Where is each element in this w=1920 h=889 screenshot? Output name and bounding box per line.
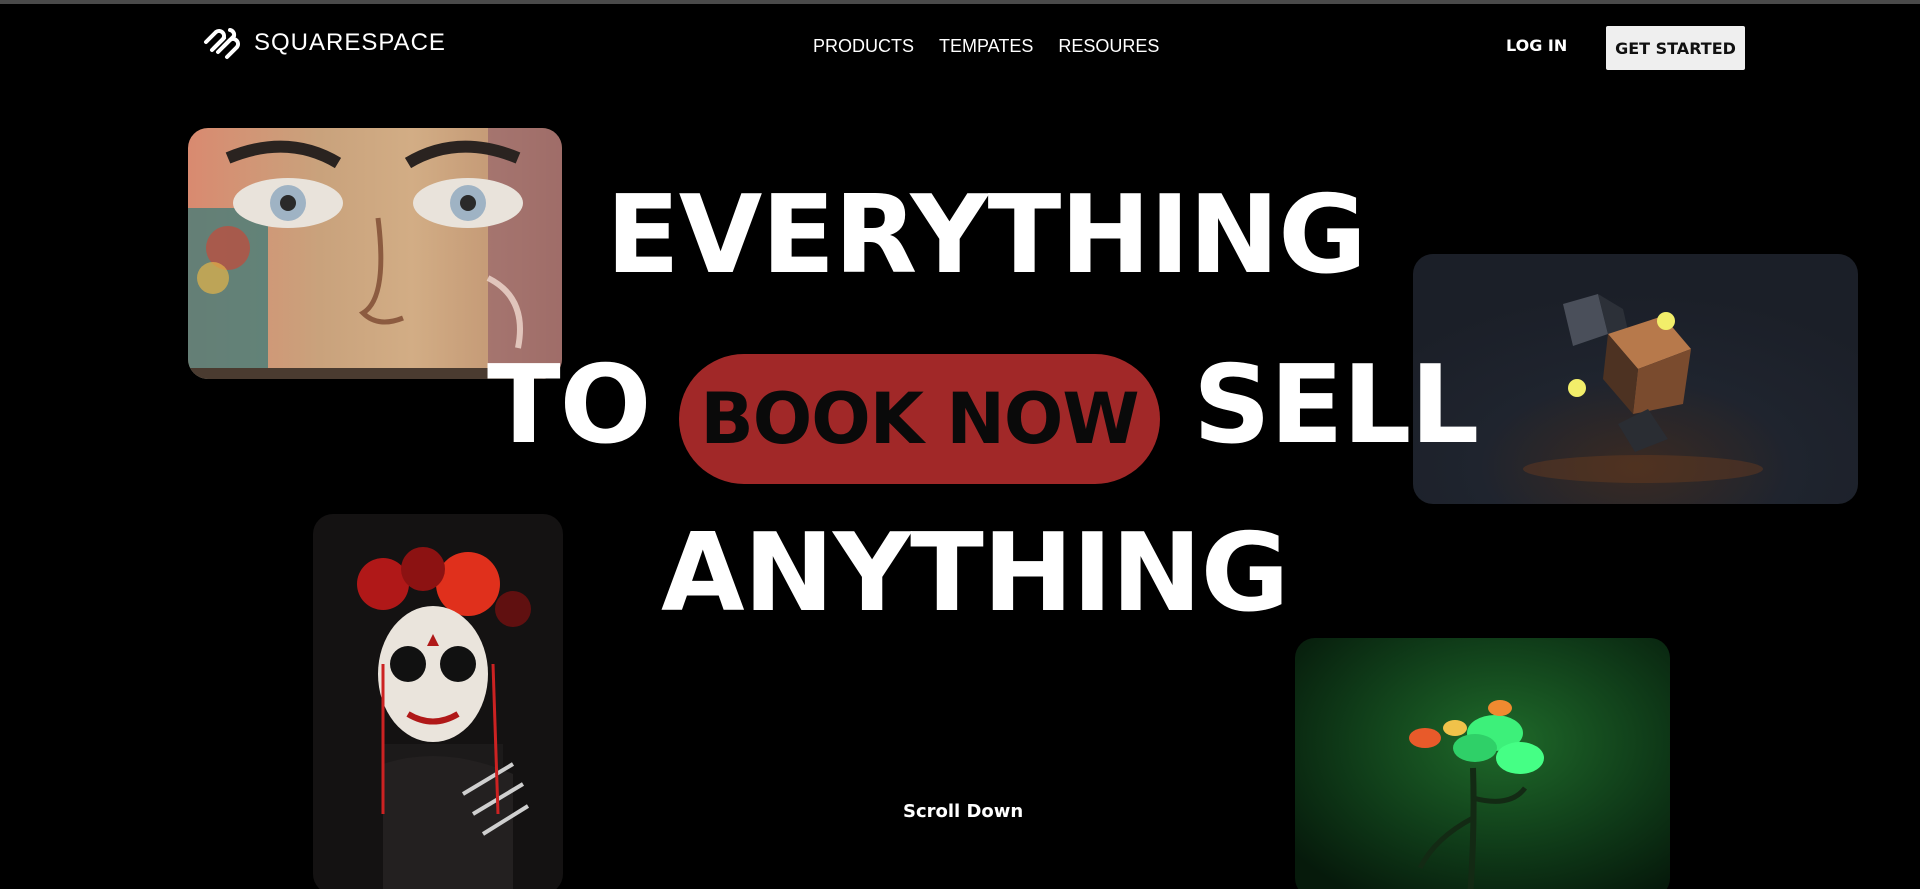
window-top-border bbox=[0, 0, 1920, 4]
headline-word-to: TO bbox=[487, 343, 651, 468]
brand-logo[interactable]: SQUARESPACE bbox=[202, 26, 446, 60]
nav-resources[interactable]: RESOURES bbox=[1058, 36, 1159, 57]
headline-line-3: ANYTHING bbox=[661, 511, 1289, 636]
sugar-skull-portrait-image bbox=[313, 514, 563, 889]
mural-face-image bbox=[188, 128, 562, 379]
book-now-button[interactable]: BOOK NOW bbox=[679, 354, 1160, 484]
nav-products[interactable]: PRODUCTS bbox=[813, 36, 914, 57]
headline-word-sell: SELL bbox=[1193, 343, 1479, 468]
login-link[interactable]: LOG IN bbox=[1506, 36, 1567, 55]
brand-name: SQUARESPACE bbox=[254, 29, 446, 56]
get-started-button[interactable]: GET STARTED bbox=[1606, 26, 1745, 70]
headline-line-1: EVERYTHING bbox=[606, 173, 1367, 298]
main-nav: PRODUCTS TEMPATES RESOURES bbox=[813, 36, 1159, 57]
squarespace-logo-icon bbox=[204, 28, 240, 59]
floating-cubes-image bbox=[1413, 254, 1858, 504]
nav-templates[interactable]: TEMPATES bbox=[939, 36, 1033, 57]
green-flower-image bbox=[1295, 638, 1670, 889]
scroll-down-link[interactable]: Scroll Down bbox=[903, 801, 1023, 822]
